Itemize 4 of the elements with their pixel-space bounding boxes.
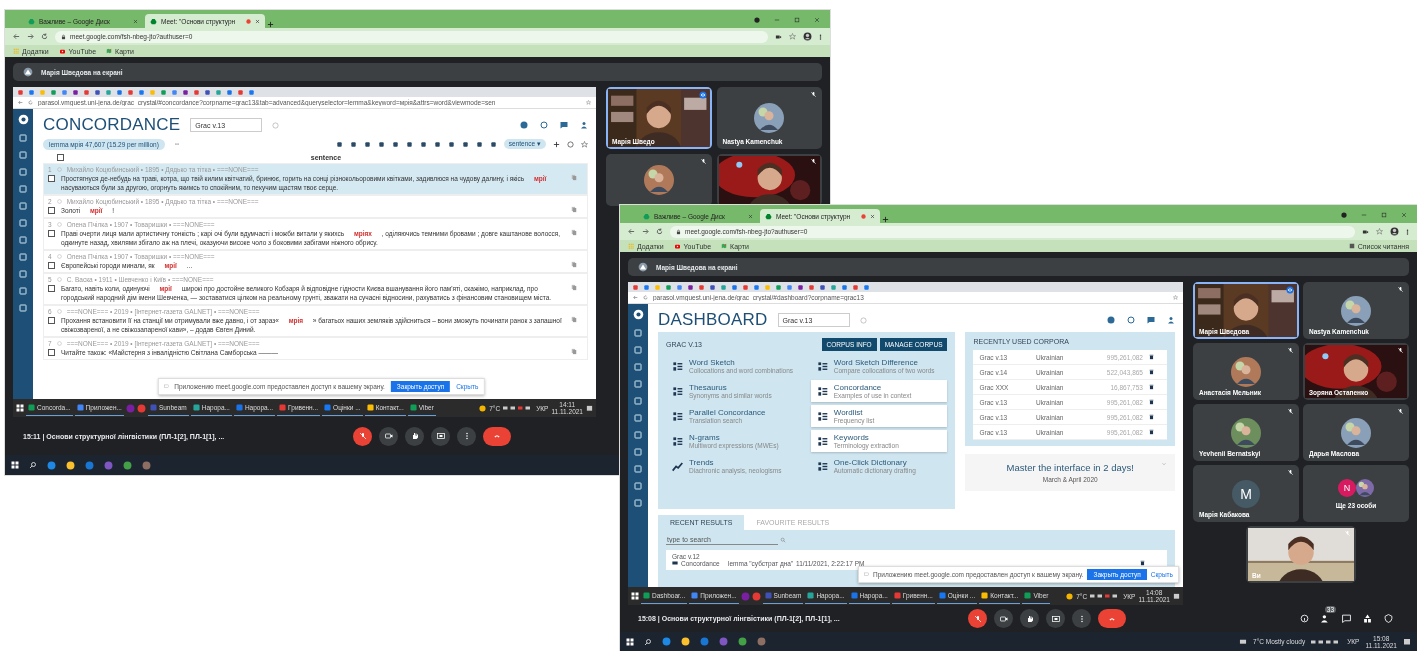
- page-title: CONCORDANCE: [43, 115, 181, 135]
- participant-avatar: N: [1338, 478, 1356, 497]
- participant-avatar: M: [1232, 479, 1260, 508]
- page-title: DASHBOARD: [658, 310, 768, 330]
